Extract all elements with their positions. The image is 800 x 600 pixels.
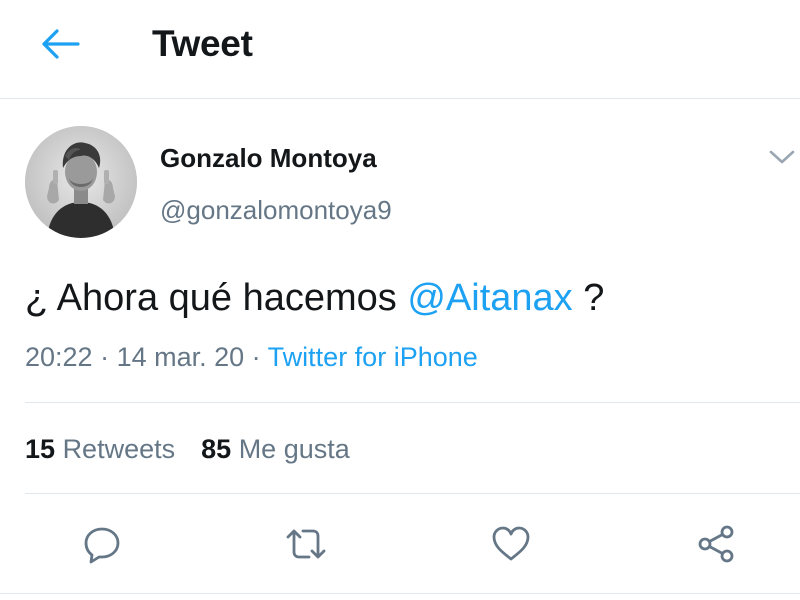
- share-button[interactable]: [692, 520, 740, 568]
- retweets-stat[interactable]: 15 Retweets: [25, 434, 175, 464]
- tweet-text-start: ¿ Ahora qué hacemos: [25, 277, 408, 319]
- chevron-down-icon: [769, 150, 795, 164]
- likes-count: 85: [201, 434, 232, 464]
- retweets-count: 15: [25, 434, 56, 464]
- avatar[interactable]: [25, 126, 137, 238]
- meta-separator: ·: [244, 342, 268, 372]
- like-button[interactable]: [487, 520, 535, 568]
- tweet-meta: 20:22 · 14 mar. 20 · Twitter for iPhone: [25, 340, 478, 374]
- meta-separator: ·: [92, 342, 117, 372]
- tweet-text-end: ?: [572, 277, 605, 319]
- reply-button[interactable]: [78, 520, 126, 568]
- mention-link[interactable]: @Aitanax: [407, 277, 572, 319]
- author-handle: @gonzalomontoya9: [160, 195, 392, 225]
- page-title: Tweet: [152, 23, 253, 64]
- arrow-left-icon: [42, 29, 80, 59]
- tweet-detail-page: Tweet Gonzalo Montoya @gonzalomontoya9 ¿…: [0, 0, 800, 600]
- divider: [0, 593, 800, 594]
- likes-stat[interactable]: 85 Me gusta: [201, 434, 350, 464]
- heart-icon: [492, 526, 530, 561]
- likes-label: Me gusta: [238, 434, 350, 464]
- top-app-bar: Tweet: [0, 0, 800, 99]
- divider: [25, 493, 800, 494]
- reply-icon: [84, 527, 120, 564]
- tweet-time: 20:22: [25, 342, 93, 372]
- retweets-label: Retweets: [62, 434, 176, 464]
- tweet-text: ¿ Ahora qué hacemos @Aitanax ?: [25, 274, 604, 322]
- share-icon: [698, 525, 734, 563]
- profile-photo: [25, 126, 137, 238]
- author-name[interactable]: Gonzalo Montoya: [160, 142, 377, 174]
- tweet-stats: 15 Retweets 85 Me gusta: [25, 432, 350, 466]
- back-button[interactable]: [34, 22, 86, 66]
- tweet-menu-button[interactable]: [764, 142, 800, 172]
- tweet-date: 14 mar. 20: [116, 342, 245, 372]
- retweet-icon: [286, 529, 326, 559]
- tweet-source-link[interactable]: Twitter for iPhone: [268, 342, 478, 372]
- divider: [25, 402, 800, 403]
- retweet-button[interactable]: [282, 520, 330, 568]
